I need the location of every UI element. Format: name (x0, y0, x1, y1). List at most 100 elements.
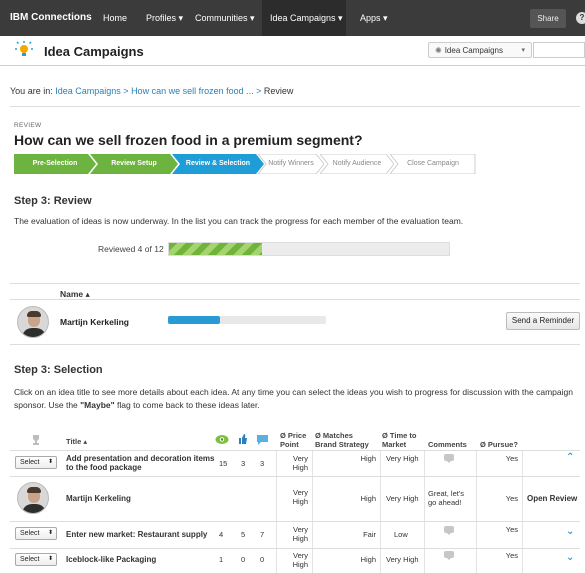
price-point-header[interactable]: Ø Price Point (280, 431, 306, 449)
comments-count: 7 (260, 530, 265, 539)
pursue-value: Yes (505, 494, 518, 503)
pursue-value: Yes (505, 551, 518, 560)
wizard-step-review-setup[interactable]: Review Setup (90, 154, 178, 174)
nav-apps[interactable]: Apps ▾ (360, 13, 388, 24)
brand-strategy-value: High (360, 555, 376, 564)
open-review-link[interactable]: Open Review (527, 494, 577, 503)
selection-description-text: flag to come back to these ideas later. (114, 400, 260, 410)
wizard-step-label: Review Setup (111, 160, 157, 167)
comment-icon[interactable] (444, 526, 454, 535)
reviewer-name[interactable]: Martijn Kerkeling (66, 494, 131, 503)
breadcrumb-prefix: You are in: (10, 86, 53, 96)
eye-icon (215, 435, 229, 444)
comment-icon[interactable] (444, 454, 454, 463)
send-reminder-button[interactable]: Send a Reminder (506, 312, 580, 330)
views-count: 4 (219, 530, 224, 539)
brand-strategy-value: High (360, 494, 376, 503)
price-point-value: Very High (292, 551, 308, 569)
breadcrumb-link-campaigns[interactable]: Idea Campaigns (55, 86, 121, 96)
page-title: How can we sell frozen food in a premium… (14, 132, 363, 148)
brand-strategy-header[interactable]: Ø Matches Brand Strategy (315, 431, 369, 449)
nav-communities[interactable]: Communities ▾ (195, 13, 255, 24)
review-heading: Step 3: Review (14, 195, 92, 207)
thumbs-up-icon (239, 434, 247, 444)
lightbulb-icon (15, 41, 33, 56)
review-description: The evaluation of ideas is now underway.… (14, 216, 464, 226)
wizard-step-review-selection[interactable]: Review & Selection (172, 154, 264, 174)
wizard-step-notify-winners[interactable]: Notify Winners (258, 154, 324, 174)
divider (10, 299, 580, 300)
member-name[interactable]: Martijn Kerkeling (60, 317, 129, 327)
select-dropdown[interactable]: Select ⬍ (15, 456, 57, 469)
likes-count: 3 (241, 459, 246, 468)
select-dropdown[interactable]: Select ⬍ (15, 527, 57, 540)
wizard-step-close-campaign[interactable]: Close Campaign (390, 154, 476, 174)
comments-count: 3 (260, 459, 265, 468)
wizard-step-notify-audience[interactable]: Notify Audience (320, 154, 394, 174)
selection-description: Click on an idea title to see more detai… (14, 386, 574, 412)
review-progress-label: Reviewed 4 of 12 (98, 244, 164, 254)
comment-bubble-icon (257, 435, 268, 445)
breadcrumb-separator: > (123, 86, 129, 96)
pursue-value: Yes (505, 525, 518, 534)
price-point-value: Very High (292, 488, 308, 506)
select-dropdown[interactable]: Select ⬍ (15, 553, 57, 566)
scope-selector[interactable]: ✺ Idea Campaigns ▾ (428, 42, 532, 58)
time-to-market-header[interactable]: Ø Time to Market (382, 431, 416, 449)
likes-count: 0 (241, 555, 246, 564)
chevron-down-icon[interactable]: ⌄ (566, 526, 574, 537)
help-icon[interactable]: ? (576, 12, 585, 24)
wizard-step-label: Review & Selection (185, 160, 251, 167)
page-kicker: REVIEW (14, 122, 42, 129)
lightbulb-small-icon: ✺ (435, 46, 442, 55)
price-point-value: Very High (292, 525, 308, 543)
breadcrumb: You are in: Idea Campaigns > How can we … (10, 86, 293, 96)
time-to-market-value: Very High (386, 454, 419, 463)
maybe-flag-text: "Maybe" (80, 400, 115, 410)
review-progress-fill (169, 243, 263, 255)
wizard-step-pre-selection[interactable]: Pre-Selection (14, 154, 96, 174)
app-title: Idea Campaigns (44, 44, 144, 59)
breadcrumb-link-campaign[interactable]: How can we sell frozen food ... (131, 86, 254, 96)
brand-strategy-value: High (360, 454, 376, 463)
wizard-step-label: Notify Winners (268, 160, 314, 167)
idea-title-link[interactable]: Add presentation and decoration items to … (66, 454, 214, 472)
chevron-down-icon[interactable]: ⌄ (566, 552, 574, 563)
likes-count: 5 (241, 530, 246, 539)
member-progress-bar (168, 316, 326, 324)
divider (10, 283, 580, 284)
comments-header[interactable]: Comments (428, 440, 467, 449)
time-to-market-value: Very High (386, 494, 419, 503)
member-progress-fill (168, 316, 221, 324)
avatar (17, 306, 49, 338)
scope-selector-label: Idea Campaigns (444, 46, 503, 55)
share-button[interactable]: Share (530, 9, 566, 28)
trophy-icon (33, 435, 39, 445)
breadcrumb-current: Review (263, 86, 294, 96)
avatar (17, 482, 49, 514)
app-header: Idea Campaigns ✺ Idea Campaigns ▾ (0, 36, 585, 66)
nav-home[interactable]: Home (103, 13, 127, 23)
wizard-step-label: Notify Audience (332, 160, 382, 167)
comment-text: Great, let's go ahead! (428, 489, 465, 507)
time-to-market-value: Low (394, 530, 408, 539)
idea-title-link[interactable]: Enter new market: Restaurant supply (66, 530, 207, 539)
wizard-step-label: Pre-Selection (32, 160, 78, 167)
pursue-header[interactable]: Ø Pursue? (480, 440, 518, 449)
wizard-step-label: Close Campaign (407, 160, 459, 167)
title-column-header[interactable]: Title ▴ (66, 437, 87, 446)
divider (10, 106, 580, 107)
selection-heading: Step 3: Selection (14, 364, 103, 376)
idea-title-link[interactable]: Iceblock-like Packaging (66, 555, 156, 564)
views-count: 1 (219, 555, 224, 564)
pursue-value: Yes (505, 454, 518, 463)
comments-count: 0 (260, 555, 265, 564)
nav-profiles[interactable]: Profiles ▾ (146, 13, 183, 24)
chevron-up-icon[interactable]: ⌃ (566, 452, 574, 463)
nav-idea-campaigns[interactable]: Idea Campaigns ▾ (270, 13, 343, 24)
search-input[interactable] (533, 42, 585, 58)
views-count: 15 (219, 459, 228, 468)
caret-down-icon: ▾ (521, 47, 525, 54)
comment-icon[interactable] (444, 551, 454, 560)
brand-logo[interactable]: IBM Connections (10, 12, 92, 23)
